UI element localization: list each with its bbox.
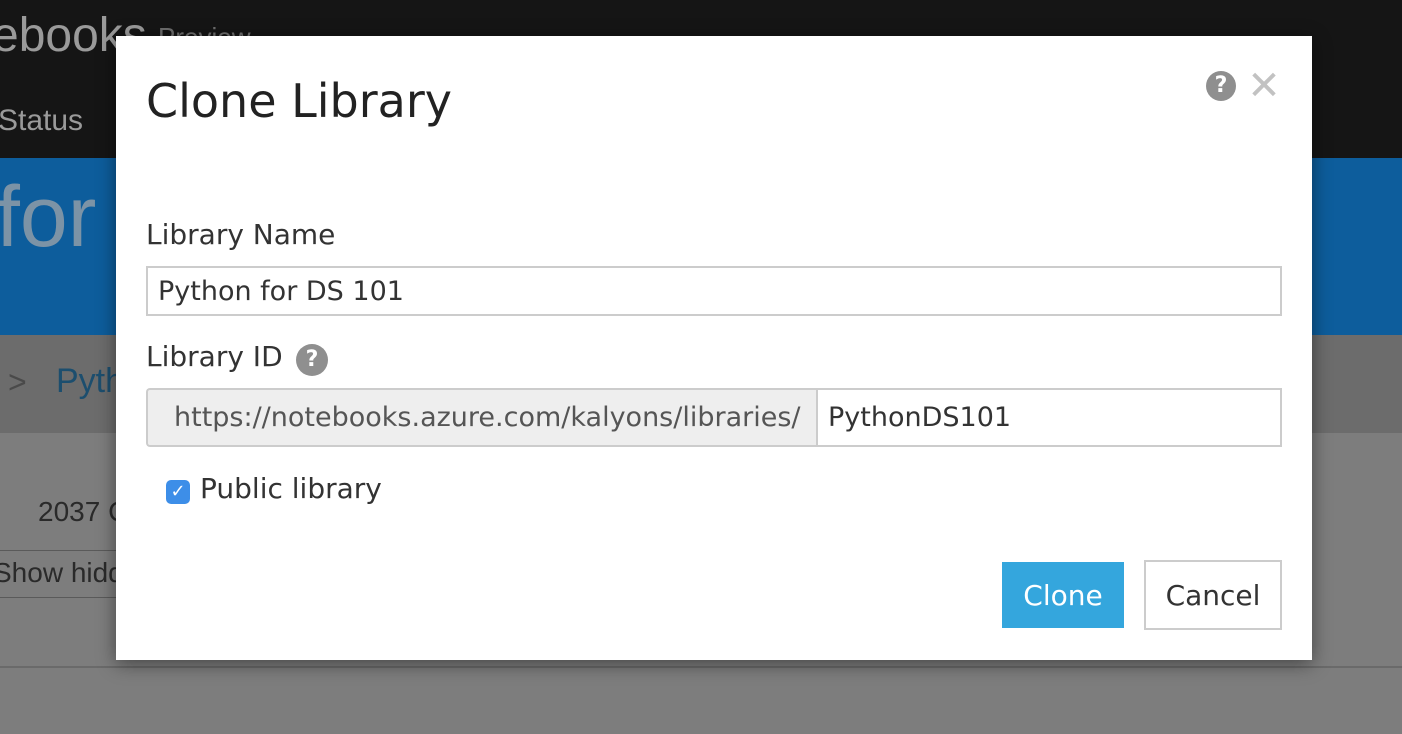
close-icon[interactable]: ✕ — [1246, 66, 1282, 106]
library-id-input[interactable] — [816, 388, 1282, 447]
nav-item-status[interactable]: Status — [0, 104, 83, 138]
cancel-button[interactable]: Cancel — [1144, 560, 1282, 630]
clone-library-dialog: Clone Library ? ✕ Library Name Library I… — [116, 36, 1312, 660]
library-name-input[interactable] — [146, 266, 1282, 316]
library-id-url-prefix: https://notebooks.azure.com/kalyons/libr… — [146, 388, 818, 447]
breadcrumb-separator: > — [8, 364, 27, 400]
clone-button[interactable]: Clone — [1002, 562, 1124, 628]
library-id-help-icon[interactable]: ? — [296, 344, 328, 376]
item-count: 2037 C — [38, 496, 129, 527]
divider — [0, 666, 1402, 668]
library-id-label: Library ID — [146, 340, 283, 373]
hero-title: for — [0, 169, 97, 265]
dialog-title: Clone Library — [146, 74, 452, 128]
breadcrumb-link[interactable]: Pyth — [56, 362, 124, 401]
question-circle-icon[interactable]: ? — [1206, 71, 1236, 101]
public-library-label[interactable]: Public library — [200, 472, 382, 505]
library-name-label: Library Name — [146, 218, 336, 251]
public-library-checkbox[interactable]: ✓ — [166, 480, 190, 504]
